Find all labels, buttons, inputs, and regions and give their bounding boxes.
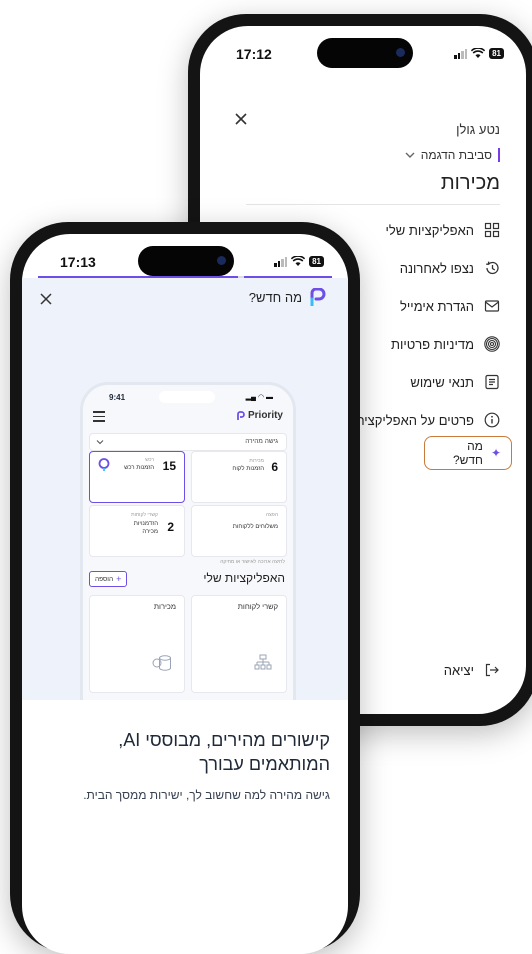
app-card-label: מכירות xyxy=(153,602,176,611)
chevron-down-icon xyxy=(96,440,104,445)
status-time: 17:13 xyxy=(60,254,96,270)
coins-icon xyxy=(152,655,171,671)
signal-icon xyxy=(454,48,468,59)
preview-time: 9:41 xyxy=(109,393,126,402)
dynamic-island xyxy=(317,38,413,68)
divider xyxy=(246,204,500,205)
hamburger-icon[interactable] xyxy=(93,411,105,422)
status-icons: 81 xyxy=(274,256,324,267)
tile-deliveries[interactable]: הפצה משלוחים ללקוחות xyxy=(191,505,287,557)
chevron-down-icon xyxy=(405,152,415,158)
menu-item-terms-of-use[interactable]: תנאי שימוש xyxy=(410,374,500,390)
sparkle-icon: ✦ xyxy=(490,446,501,460)
preview-status-icons: ▂▄ ◠ ▬ xyxy=(245,394,273,401)
fingerprint-icon xyxy=(484,336,500,352)
tile-sales-orders[interactable]: מכירות הזמנות לקוח 6 xyxy=(191,451,287,503)
quick-access-label: גישה מהירה xyxy=(245,438,278,445)
add-button[interactable]: + הוספה xyxy=(89,571,128,587)
dynamic-island xyxy=(138,246,234,276)
header-title: מה חדש? xyxy=(248,289,302,305)
tile-caption: קשרי לקוחות xyxy=(131,512,158,518)
menu-item-label: פרטים על האפליקציה xyxy=(356,412,474,428)
menu-item-label: נצפו לאחרונה xyxy=(399,260,474,276)
front-phone-screen: 17:13 81 מה חדש? 9:41 ▂▄ ◠ ▬ Priority גי… xyxy=(22,234,348,954)
tile-label: הזדמנויות מכירה xyxy=(133,521,158,535)
wifi-icon xyxy=(291,256,306,266)
preview-phone: 9:41 ▂▄ ◠ ▬ Priority גישה מהירה מכירות ה… xyxy=(80,382,296,700)
tile-caption: הפצה xyxy=(265,512,278,518)
front-phone: 17:13 81 מה חדש? 9:41 ▂▄ ◠ ▬ Priority גי… xyxy=(10,222,360,954)
headline-line-1: קישורים מהירים, מבוססי AI, xyxy=(118,730,330,750)
status-icons: 81 xyxy=(454,48,504,59)
header-title-group: מה חדש? xyxy=(249,288,326,306)
preview-area: 9:41 ▂▄ ◠ ▬ Priority גישה מהירה מכירות ה… xyxy=(22,318,348,700)
menu-item-recently-viewed[interactable]: נצפו לאחרונה xyxy=(400,260,500,276)
menu-item-about-app[interactable]: פרטים על האפליקציה xyxy=(356,412,500,428)
whats-new-button[interactable]: ✦ מה חדש? xyxy=(424,436,512,470)
signal-icon xyxy=(274,256,288,267)
history-icon xyxy=(484,260,500,276)
preview-brand-label: Priority xyxy=(247,410,283,421)
grid-icon xyxy=(484,222,500,238)
logout-button[interactable]: יציאה xyxy=(444,662,500,678)
logout-label: יציאה xyxy=(443,662,474,678)
app-card-customer-relations[interactable]: קשרי לקוחות xyxy=(191,595,287,693)
headline: קישורים מהירים, מבוססי AI, המותאמים עבור… xyxy=(118,728,330,776)
tile-number: 2 xyxy=(167,520,174,534)
menu-item-label: תנאי שימוש xyxy=(410,374,474,390)
tile-sales-opportunities[interactable]: קשרי לקוחות הזדמנויות מכירה 2 xyxy=(89,505,185,557)
hint-text: לחיצה ארוכה לאישור או מחיקה xyxy=(220,559,285,565)
add-button-label: הוספה xyxy=(95,575,114,583)
status-time: 17:12 xyxy=(236,46,272,62)
camera-icon xyxy=(217,256,226,265)
close-icon[interactable] xyxy=(40,292,52,305)
user-name: נטע גולן xyxy=(456,122,500,137)
info-icon xyxy=(484,412,500,428)
tile-number: 15 xyxy=(162,459,176,473)
camera-icon xyxy=(396,48,405,57)
priority-logo-icon xyxy=(310,288,326,306)
environment-label: סביבת הדגמה xyxy=(420,148,492,162)
preview-brand: Priority xyxy=(237,410,283,421)
tile-number: 6 xyxy=(271,460,278,474)
subtext: גישה מהירה למה שחשוב לך, ישירות ממסך הבי… xyxy=(83,788,330,802)
header: מה חדש? xyxy=(22,278,348,318)
whats-new-label: מה חדש? xyxy=(452,439,483,467)
tile-label: הזמנות רכש xyxy=(124,465,154,471)
priority-logo-icon xyxy=(237,410,245,420)
tile-purchase-orders[interactable]: רכש הזמנות רכש 15 xyxy=(89,451,185,503)
org-chart-icon xyxy=(254,654,272,670)
plus-icon: + xyxy=(116,574,122,584)
tile-label: משלוחים ללקוחות xyxy=(232,524,278,530)
battery-icon: 81 xyxy=(309,256,324,267)
menu-item-label: מדיניות פרטיות xyxy=(390,336,474,352)
menu-item-label: הגדרת אימייל xyxy=(400,298,474,314)
document-icon xyxy=(484,374,500,390)
my-apps-title: האפליקציות שלי xyxy=(203,571,285,585)
menu-item-my-apps[interactable]: האפליקציות שלי xyxy=(386,222,500,238)
logout-icon xyxy=(484,662,500,678)
wifi-icon xyxy=(471,48,486,58)
mail-icon xyxy=(484,298,500,314)
tile-caption: רכש xyxy=(145,457,154,463)
menu-item-privacy-policy[interactable]: מדיניות פרטיות xyxy=(391,336,500,352)
headline-line-2: המותאמים עבורך xyxy=(199,754,330,774)
close-icon[interactable] xyxy=(234,112,248,126)
app-card-sales[interactable]: מכירות xyxy=(89,595,185,693)
menu-item-email-settings[interactable]: הגדרת אימייל xyxy=(400,298,500,314)
lightbulb-icon xyxy=(98,458,110,471)
battery-icon: 81 xyxy=(489,48,504,59)
app-card-label: קשרי לקוחות xyxy=(237,602,278,611)
quick-access-header[interactable]: גישה מהירה xyxy=(89,433,287,451)
menu-item-label: האפליקציות שלי xyxy=(385,222,474,238)
section-title: מכירות xyxy=(440,172,500,194)
preview-island xyxy=(159,391,215,403)
tile-caption: מכירות xyxy=(249,458,264,464)
environment-bar xyxy=(498,148,500,162)
tile-label: הזמנות לקוח xyxy=(232,466,264,472)
environment-selector[interactable]: סביבת הדגמה xyxy=(405,148,500,162)
